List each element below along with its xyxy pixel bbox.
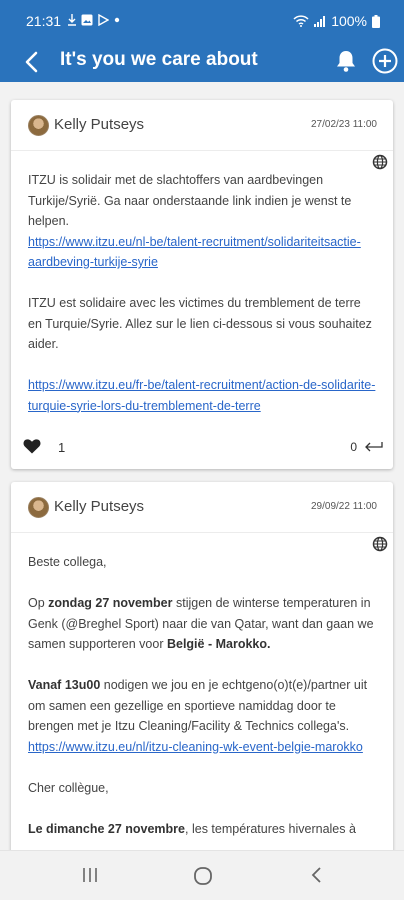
- signal-icon: [314, 16, 326, 27]
- globe-translate-icon[interactable]: [372, 536, 388, 552]
- post-paragraph: Le dimanche 27 novembre, les température…: [28, 821, 356, 836]
- post-header: Kelly Putseys 29/09/22 11:00: [11, 482, 393, 533]
- play-store-icon: [98, 14, 109, 26]
- status-system-icons: 100%: [293, 13, 380, 29]
- back-icon[interactable]: [310, 866, 324, 884]
- status-notification-icons: [68, 14, 120, 26]
- status-time: 21:31: [26, 13, 62, 29]
- avatar[interactable]: [28, 497, 49, 518]
- globe-translate-icon[interactable]: [372, 154, 388, 170]
- back-arrow-icon[interactable]: [18, 48, 46, 76]
- dot-icon: [114, 17, 120, 23]
- post-author[interactable]: Kelly Putseys: [54, 498, 144, 515]
- post-link-nl[interactable]: https://www.itzu.eu/nl-be/talent-recruit…: [28, 235, 361, 270]
- download-icon: [68, 14, 76, 26]
- post-text-fr: ITZU est solidaire avec les victimes du …: [28, 296, 372, 351]
- avatar[interactable]: [28, 115, 49, 136]
- comment-count: 0: [350, 440, 357, 454]
- post-link[interactable]: https://www.itzu.eu/nl/itzu-cleaning-wk-…: [28, 740, 363, 754]
- feed[interactable]: Kelly Putseys 27/02/23 11:00 ITZU is sol…: [0, 82, 404, 850]
- app-bar: It's you we care about: [0, 44, 404, 82]
- post-date: 27/02/23 11:00: [311, 119, 377, 130]
- post-greeting: Beste collega,: [28, 555, 107, 569]
- post-author[interactable]: Kelly Putseys: [54, 116, 144, 133]
- battery-percentage: 100%: [331, 13, 367, 29]
- reply-icon[interactable]: [363, 441, 383, 453]
- recent-apps-icon[interactable]: [81, 866, 99, 884]
- page-title: It's you we care about: [60, 49, 258, 70]
- like-count: 1: [58, 440, 66, 455]
- post-date: 29/09/22 11:00: [311, 501, 377, 512]
- system-nav-bar: [0, 850, 404, 900]
- battery-icon: [372, 14, 380, 28]
- post-paragraph: Op zondag 27 november stijgen de winters…: [28, 596, 374, 651]
- home-icon[interactable]: [193, 866, 213, 886]
- post-card: Kelly Putseys 27/02/23 11:00 ITZU is sol…: [11, 100, 393, 469]
- post-card: Kelly Putseys 29/09/22 11:00 Beste colle…: [11, 482, 393, 850]
- status-bar: 21:31 100%: [0, 0, 404, 44]
- post-header: Kelly Putseys 27/02/23 11:00: [11, 100, 393, 151]
- post-link-fr[interactable]: https://www.itzu.eu/fr-be/talent-recruit…: [28, 378, 375, 413]
- post-footer: 1 0: [11, 429, 393, 469]
- post-body: ITZU is solidair met de slachtoffers van…: [11, 151, 393, 416]
- bell-icon[interactable]: [334, 48, 358, 74]
- gallery-icon: [81, 14, 93, 26]
- post-greeting-fr: Cher collègue,: [28, 780, 109, 795]
- post-paragraph: Vanaf 13u00 nodigen we jou en je echtgen…: [28, 678, 368, 733]
- post-body: Beste collega, Op zondag 27 november sti…: [11, 533, 393, 839]
- plus-circle-icon[interactable]: [371, 47, 399, 75]
- wifi-icon: [293, 15, 309, 27]
- post-text-nl: ITZU is solidair met de slachtoffers van…: [28, 173, 352, 228]
- heart-icon[interactable]: [23, 438, 41, 454]
